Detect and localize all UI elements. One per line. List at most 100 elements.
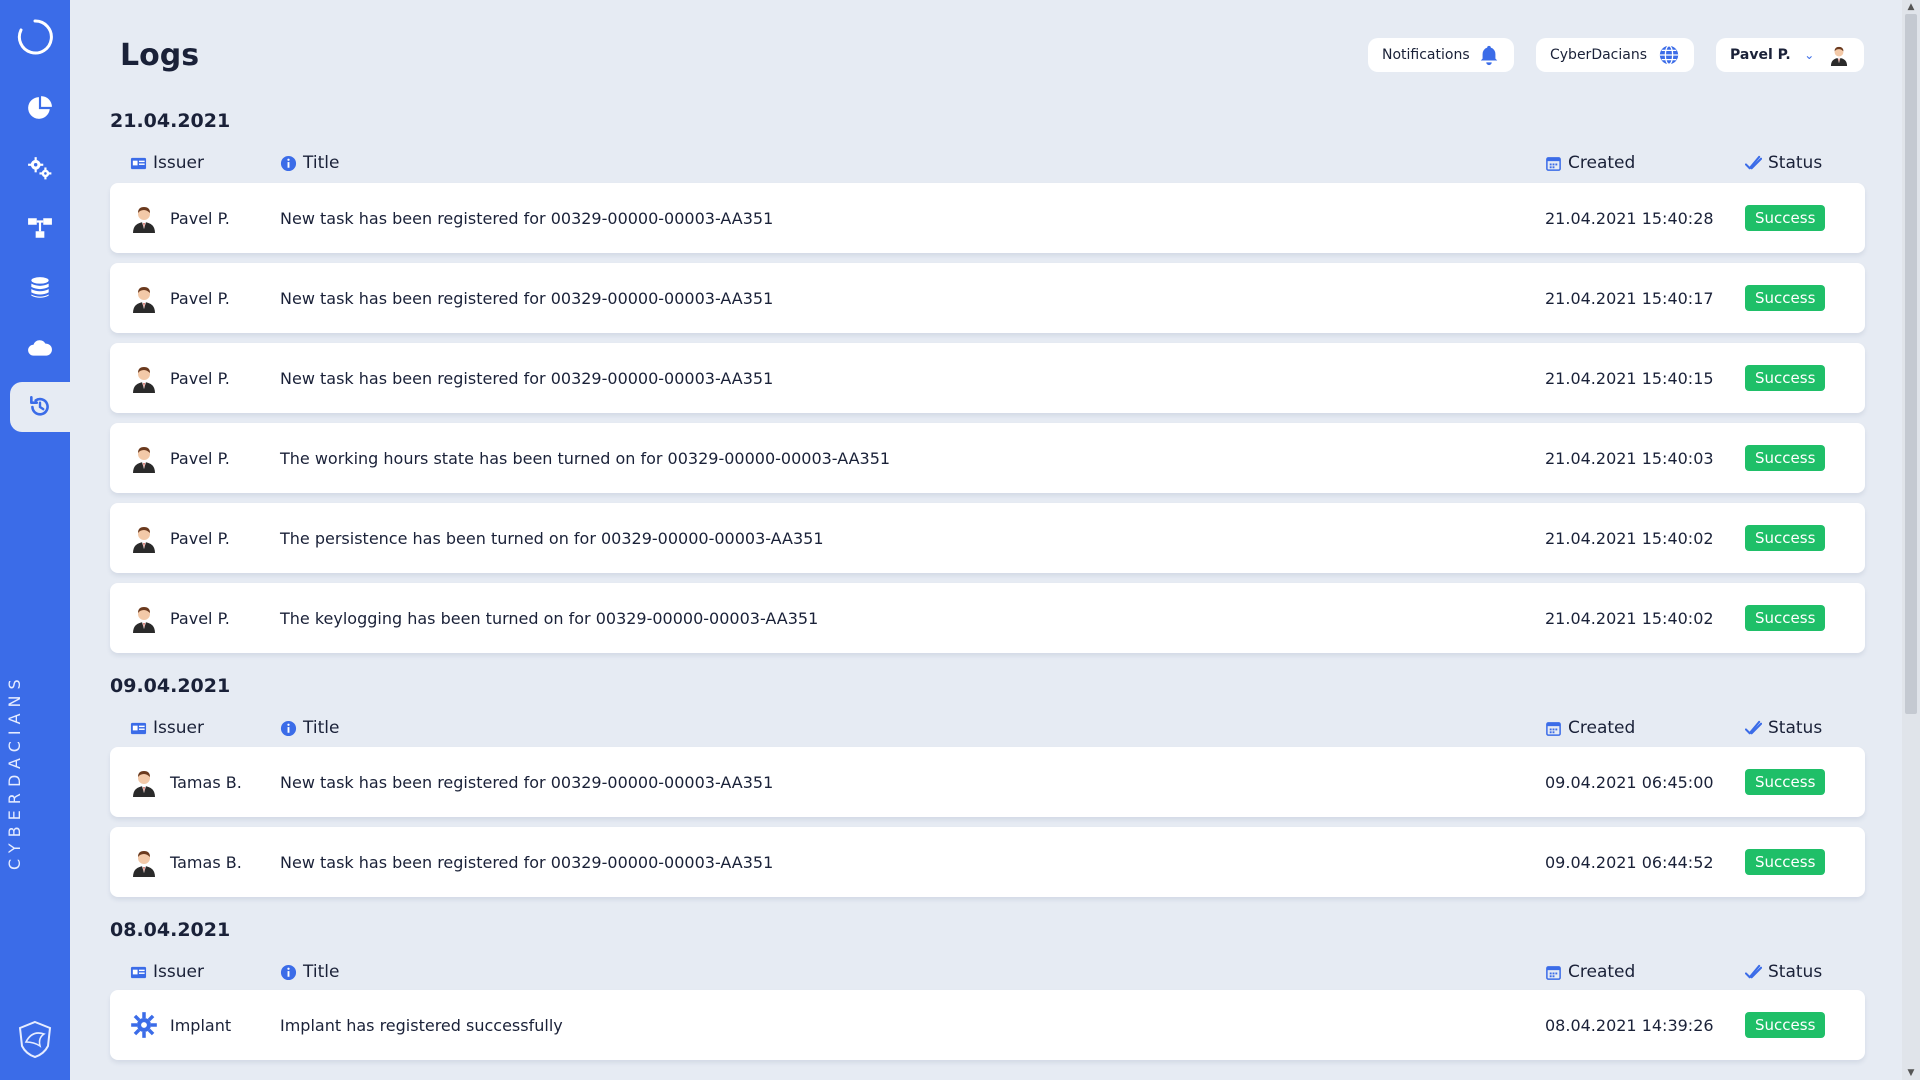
issuer-avatar	[130, 827, 158, 897]
created-timestamp: 08.04.2021 14:39:26	[1545, 1015, 1714, 1035]
user-name-label: Pavel P.	[1730, 47, 1791, 63]
info-icon	[280, 720, 297, 736]
column-header-issuer[interactable]: Issuer	[130, 962, 204, 982]
scrollbar[interactable]: ▲ ▼	[1902, 0, 1920, 1080]
status-cell: Success	[1745, 423, 1826, 493]
issuer-name: Tamas B.	[170, 852, 242, 872]
issuer-name: Pavel P.	[170, 368, 230, 388]
issuer-name: Pavel P.	[170, 208, 230, 228]
user-avatar-icon	[133, 207, 155, 233]
issuer-name: Pavel P.	[170, 448, 230, 468]
calendar-icon	[1546, 156, 1561, 171]
column-header-status[interactable]: Status	[1745, 962, 1822, 982]
log-row[interactable]: Implant Implant has registered successful…	[110, 990, 1865, 1060]
column-header-created[interactable]: Created	[1545, 153, 1635, 173]
column-header-title[interactable]: Title	[280, 962, 339, 982]
status-badge: Success	[1745, 769, 1826, 795]
column-header-issuer[interactable]: Issuer	[130, 718, 204, 738]
calendar-icon	[1546, 721, 1561, 736]
sidebar-item-settings[interactable]	[10, 143, 70, 193]
log-title: New task has been registered for 00329-0…	[280, 772, 774, 792]
column-header-created[interactable]: Created	[1545, 962, 1635, 982]
issuer-avatar	[130, 583, 158, 653]
check-double-icon	[1745, 964, 1762, 978]
issuer-name: Tamas B.	[170, 772, 242, 792]
user-avatar-icon	[133, 851, 155, 877]
status-cell: Success	[1745, 343, 1826, 413]
sidebar-item-database[interactable]	[10, 263, 70, 313]
issuer-name: Pavel P.	[170, 288, 230, 308]
user-menu-button[interactable]: Pavel P. ⌄	[1716, 38, 1864, 72]
chevron-down-icon: ⌄	[1804, 48, 1815, 62]
log-title: Implant has registered successfully	[280, 1015, 563, 1035]
notifications-button[interactable]: Notifications	[1368, 38, 1514, 72]
log-title: The working hours state has been turned …	[280, 448, 891, 468]
log-title: The keylogging has been turned on for 00…	[280, 608, 819, 628]
column-header-label: Issuer	[153, 962, 204, 982]
status-cell: Success	[1745, 583, 1826, 653]
issuer-name: Implant	[170, 1015, 232, 1035]
notifications-label: Notifications	[1382, 47, 1470, 63]
created-timestamp: 21.04.2021 15:40:02	[1545, 608, 1714, 628]
column-header-issuer[interactable]: Issuer	[130, 153, 204, 173]
issuer-avatar	[130, 503, 158, 573]
column-header-label: Status	[1768, 153, 1823, 173]
created-timestamp: 21.04.2021 15:40:02	[1545, 528, 1714, 548]
sidebar-item-network[interactable]	[10, 203, 70, 253]
user-avatar-icon	[133, 447, 155, 473]
column-header-label: Status	[1768, 962, 1823, 982]
column-header-status[interactable]: Status	[1745, 718, 1822, 738]
group-date-heading: 21.04.2021	[110, 110, 231, 132]
check-double-icon	[1745, 155, 1762, 169]
sidebar-item-logs[interactable]	[10, 382, 70, 432]
log-title: The persistence has been turned on for 0…	[280, 528, 824, 548]
info-icon	[280, 964, 297, 980]
issuer-avatar	[130, 263, 158, 333]
log-title: New task has been registered for 00329-0…	[280, 288, 774, 308]
log-row[interactable]: Pavel P. The working hours state has been…	[110, 423, 1865, 493]
log-row[interactable]: Tamas B. New task has been registered for…	[110, 747, 1865, 817]
log-title: New task has been registered for 00329-0…	[280, 852, 774, 872]
id-card-icon	[130, 722, 147, 734]
status-badge: Success	[1745, 849, 1826, 875]
bell-icon	[1480, 45, 1498, 66]
calendar-icon	[1546, 965, 1561, 980]
gear-icon	[131, 1012, 157, 1038]
column-header-title[interactable]: Title	[280, 153, 339, 173]
cloud-icon	[28, 340, 52, 356]
scrollbar-thumb[interactable]	[1905, 14, 1917, 714]
sidebar-item-dashboard[interactable]	[10, 83, 70, 133]
issuer-avatar	[130, 343, 158, 413]
status-cell: Success	[1745, 263, 1826, 333]
scroll-up-arrow-icon[interactable]: ▲	[1902, 0, 1920, 14]
organization-label: CyberDacians	[1550, 47, 1648, 63]
log-row[interactable]: Pavel P. New task has been registered for…	[110, 263, 1865, 333]
column-header-status[interactable]: Status	[1745, 153, 1822, 173]
brand-line-2: DACIANS	[5, 673, 24, 788]
log-row[interactable]: Tamas B. New task has been registered for…	[110, 827, 1865, 897]
issuer-avatar	[130, 990, 158, 1060]
column-header-label: Issuer	[153, 153, 204, 173]
created-timestamp: 21.04.2021 15:40:17	[1545, 288, 1714, 308]
globe-icon	[1659, 45, 1679, 65]
column-header-label: Issuer	[153, 718, 204, 738]
log-row[interactable]: Pavel P. The keylogging has been turned o…	[110, 583, 1865, 653]
status-cell: Success	[1745, 503, 1826, 573]
organization-button[interactable]: CyberDacians	[1536, 38, 1694, 72]
column-header-created[interactable]: Created	[1545, 718, 1635, 738]
created-timestamp: 21.04.2021 15:40:03	[1545, 448, 1714, 468]
column-header-title[interactable]: Title	[280, 718, 339, 738]
sidebar-item-cloud[interactable]	[10, 323, 70, 373]
log-row[interactable]: Pavel P. The persistence has been turned …	[110, 503, 1865, 573]
scroll-down-arrow-icon[interactable]: ▼	[1902, 1066, 1920, 1080]
status-cell: Success	[1745, 827, 1826, 897]
log-row[interactable]: Pavel P. New task has been registered for…	[110, 183, 1865, 253]
issuer-name: Pavel P.	[170, 608, 230, 628]
pie-chart-icon	[28, 96, 52, 119]
column-header-label: Title	[303, 962, 340, 982]
app-logo-icon[interactable]	[16, 18, 54, 56]
log-row[interactable]: Pavel P. New task has been registered for…	[110, 343, 1865, 413]
id-card-icon	[130, 966, 147, 978]
status-badge: Success	[1745, 605, 1826, 631]
group-date-heading: 09.04.2021	[110, 675, 231, 697]
